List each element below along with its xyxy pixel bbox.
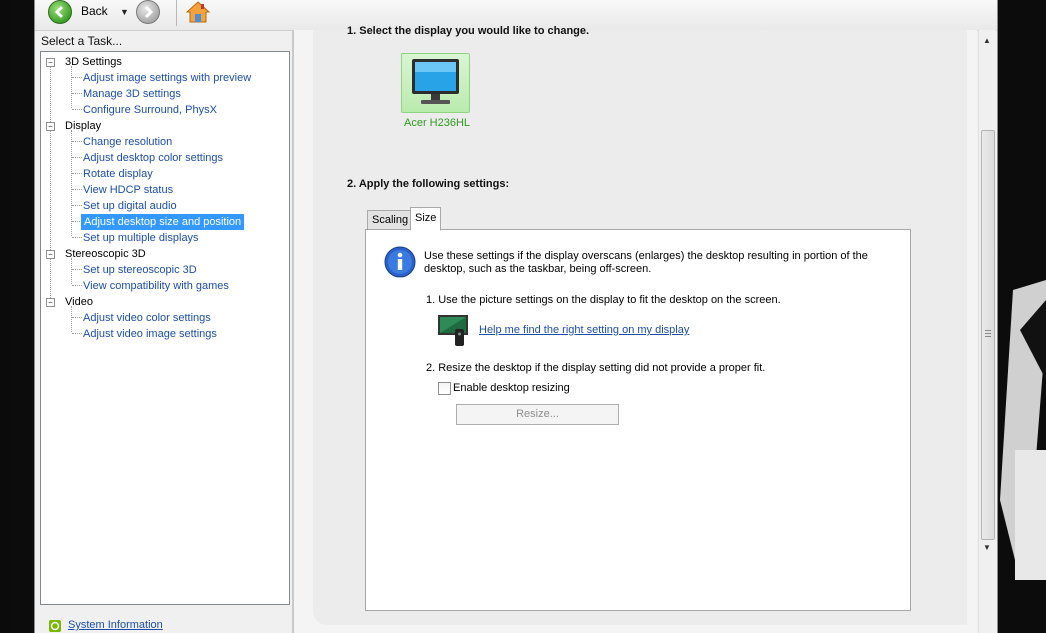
monitor-icon — [412, 59, 459, 104]
tree-item-adjust-desktop-color[interactable]: Adjust desktop color settings — [83, 150, 223, 166]
tree-item-view-compatibility[interactable]: View compatibility with games — [83, 278, 229, 294]
task-tree: − 3D Settings Adjust image settings with… — [40, 51, 290, 605]
info-icon — [384, 246, 416, 278]
step-resize-desktop-text: 2. Resize the desktop if the display set… — [426, 362, 766, 374]
tree-item-configure-surround-physx[interactable]: Configure Surround, PhysX — [83, 102, 217, 118]
collapse-3d-settings-icon[interactable]: − — [46, 58, 55, 67]
category-stereoscopic-3d[interactable]: Stereoscopic 3D — [65, 246, 146, 262]
toolbar-separator — [176, 0, 177, 26]
tree-item-rotate-display[interactable]: Rotate display — [83, 166, 153, 182]
system-information-link[interactable]: System Information — [68, 619, 163, 631]
help-find-setting-link[interactable]: Help me find the right setting on my dis… — [479, 324, 689, 336]
scroll-up-icon[interactable]: ▲ — [983, 36, 991, 45]
select-task-header: Select a Task... — [41, 34, 123, 48]
main-content: 1. Select the display you would like to … — [294, 25, 977, 633]
desktop-wallpaper-fragment — [995, 0, 1046, 633]
tree-item-manage-3d-settings[interactable]: Manage 3D settings — [83, 86, 181, 102]
size-tab-panel: Use these settings if the display oversc… — [365, 229, 911, 611]
forward-arrow-icon[interactable] — [136, 0, 160, 24]
size-info-text: Use these settings if the display oversc… — [424, 250, 868, 275]
tree-item-adjust-video-image[interactable]: Adjust video image settings — [83, 326, 217, 342]
display-remote-icon — [438, 315, 468, 346]
collapse-stereoscopic-icon[interactable]: − — [46, 250, 55, 259]
scroll-down-icon[interactable]: ▼ — [983, 543, 991, 552]
collapse-video-icon[interactable]: − — [46, 298, 55, 307]
content-panel: 1. Select the display you would like to … — [313, 25, 967, 625]
tab-size[interactable]: Size — [410, 207, 442, 231]
category-3d-settings[interactable]: 3D Settings — [65, 54, 122, 70]
tree-item-set-up-digital-audio[interactable]: Set up digital audio — [83, 198, 177, 214]
display-selector-tile[interactable] — [401, 53, 470, 113]
category-video[interactable]: Video — [65, 294, 93, 310]
history-dropdown-icon[interactable]: ▼ — [120, 7, 129, 17]
home-icon[interactable] — [186, 0, 210, 24]
system-info-icon[interactable] — [49, 620, 61, 632]
tree-item-adjust-desktop-size-position[interactable]: Adjust desktop size and position — [81, 214, 245, 230]
resize-button[interactable]: Resize... — [456, 404, 619, 425]
collapse-display-icon[interactable]: − — [46, 122, 55, 131]
scroll-thumb[interactable] — [981, 130, 995, 540]
step2-title: 2. Apply the following settings: — [347, 178, 510, 190]
tree-item-adjust-video-color[interactable]: Adjust video color settings — [83, 310, 211, 326]
back-arrow-icon[interactable] — [48, 0, 72, 24]
tree-item-set-up-stereoscopic[interactable]: Set up stereoscopic 3D — [83, 262, 197, 278]
enable-desktop-resizing-checkbox[interactable] — [438, 382, 451, 395]
content-scrollbar[interactable]: ▲ ▼ — [978, 30, 996, 633]
tree-item-view-hdcp-status[interactable]: View HDCP status — [83, 182, 173, 198]
display-name-label: Acer H236HL — [404, 117, 471, 129]
enable-desktop-resizing-label[interactable]: Enable desktop resizing — [453, 382, 570, 394]
step1-title: 1. Select the display you would like to … — [347, 25, 590, 37]
nvidia-control-panel-window: Back ▼ Select a Task... − 3D Settings Ad… — [34, 0, 998, 633]
step-picture-settings-text: 1. Use the picture settings on the displ… — [426, 294, 781, 306]
back-button-label[interactable]: Back — [81, 4, 108, 18]
tree-item-change-resolution[interactable]: Change resolution — [83, 134, 172, 150]
tree-item-adjust-image-settings[interactable]: Adjust image settings with preview — [83, 70, 251, 86]
tree-item-set-up-multiple-displays[interactable]: Set up multiple displays — [83, 230, 199, 246]
category-display[interactable]: Display — [65, 118, 101, 134]
tab-scaling[interactable]: Scaling — [367, 210, 414, 231]
